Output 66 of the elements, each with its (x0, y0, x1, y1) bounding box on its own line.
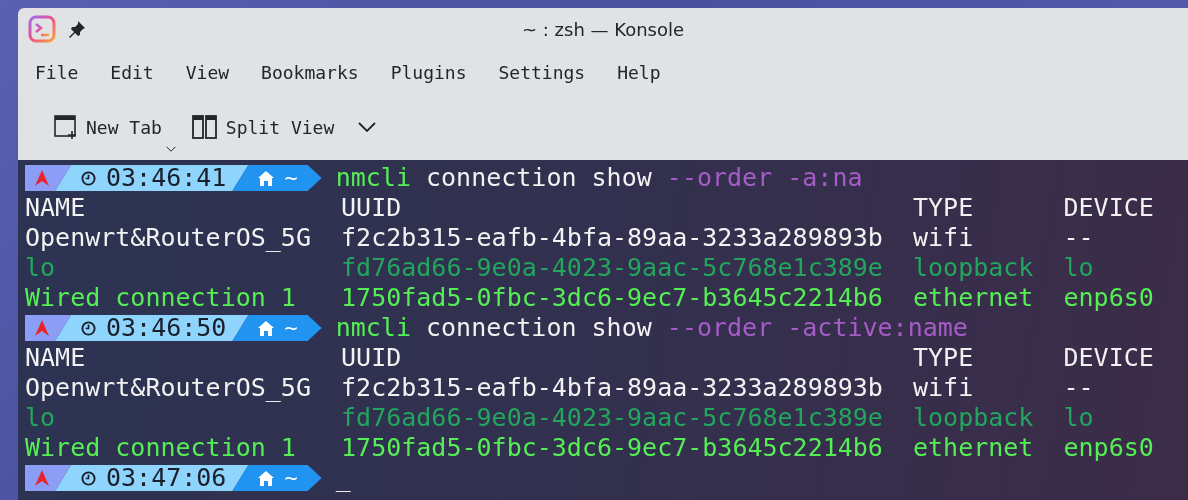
chevron-down-icon[interactable] (358, 122, 377, 132)
pin-icon[interactable] (68, 20, 86, 38)
arch-logo-icon (35, 170, 49, 186)
output-text: wifi (913, 223, 974, 252)
home-icon (258, 170, 275, 186)
output-text: Openwrt&RouterOS_5G (25, 223, 311, 252)
arch-logo-icon (35, 470, 49, 486)
output-text: 1750fad5-0fbc-3dc6-9ec7-b3645c2214b6 (341, 283, 883, 312)
output-text: -- (1063, 373, 1094, 402)
clock-icon (81, 170, 96, 186)
output-text: ethernet (913, 433, 1034, 462)
output-text: lo (1063, 403, 1094, 432)
cursor: _ (335, 463, 351, 493)
output-text: lo (25, 403, 56, 432)
output-text: wifi (913, 373, 974, 402)
output-text: lo (25, 253, 56, 282)
toolbar-button[interactable]: Split View (185, 111, 341, 143)
clock-icon (81, 320, 96, 336)
output-text: f2c2b315-eafb-4bfa-89aa-3233a289893b (341, 373, 883, 402)
arch-logo-icon (35, 320, 49, 336)
menu-item[interactable]: File (28, 57, 86, 87)
menu-item[interactable]: Edit (103, 57, 161, 87)
output-text: TYPE (913, 193, 974, 222)
prompt-time: 03:46:50 (106, 313, 227, 343)
output-text: Wired connection 1 (25, 283, 296, 312)
home-icon (258, 470, 275, 486)
output-text: NAME (25, 193, 86, 222)
output-text: TYPE (913, 343, 974, 372)
new-tab-icon (54, 114, 78, 140)
output-text: lo (1063, 253, 1094, 282)
menu-item[interactable]: Plugins (383, 57, 474, 87)
output-text: Openwrt&RouterOS_5G (25, 373, 311, 402)
output-text: fd76ad66-9e0a-4023-9aac-5c768e1c389e (341, 253, 883, 282)
output-text: 1750fad5-0fbc-3dc6-9ec7-b3645c2214b6 (341, 433, 883, 462)
output-text: DEVICE (1063, 193, 1154, 222)
output-text: DEVICE (1063, 343, 1154, 372)
prompt-directory: ~ (284, 314, 298, 342)
output-text: loopback (913, 403, 1034, 432)
output-text: NAME (25, 343, 86, 372)
menu-item[interactable]: View (178, 57, 237, 87)
prompt-directory: ~ (284, 464, 298, 492)
prompt-time: 03:46:41 (106, 163, 227, 193)
menu-item[interactable]: Settings (491, 57, 593, 87)
output-text: loopback (913, 253, 1034, 282)
menu-item[interactable]: Bookmarks (254, 57, 366, 87)
command-line: nmcli connection show --order -active:name (335, 313, 968, 343)
output-text: ethernet (913, 283, 1034, 312)
app-logo-icon (28, 15, 56, 43)
prompt-directory: ~ (284, 164, 298, 192)
output-text: enp6s0 (1063, 283, 1154, 312)
clock-icon (81, 470, 96, 486)
prompt-time: 03:47:06 (106, 463, 227, 493)
output-text: Wired connection 1 (25, 433, 296, 462)
output-text: UUID (341, 343, 402, 372)
window-title: ~ : zsh — Konsole (521, 18, 685, 40)
split-view-icon (191, 115, 218, 139)
command-line: nmcli connection show --order -a:na (335, 163, 863, 193)
output-text: f2c2b315-eafb-4bfa-89aa-3233a289893b (341, 223, 883, 252)
toolbar-button[interactable]: New Tab (48, 110, 168, 144)
home-icon (258, 320, 275, 336)
menu-item[interactable]: Help (610, 57, 668, 87)
output-text: -- (1063, 223, 1094, 252)
dropdown-caret-icon[interactable] (165, 146, 176, 152)
output-text: enp6s0 (1063, 433, 1154, 462)
output-text: fd76ad66-9e0a-4023-9aac-5c768e1c389e (341, 403, 883, 432)
output-text: UUID (341, 193, 402, 222)
